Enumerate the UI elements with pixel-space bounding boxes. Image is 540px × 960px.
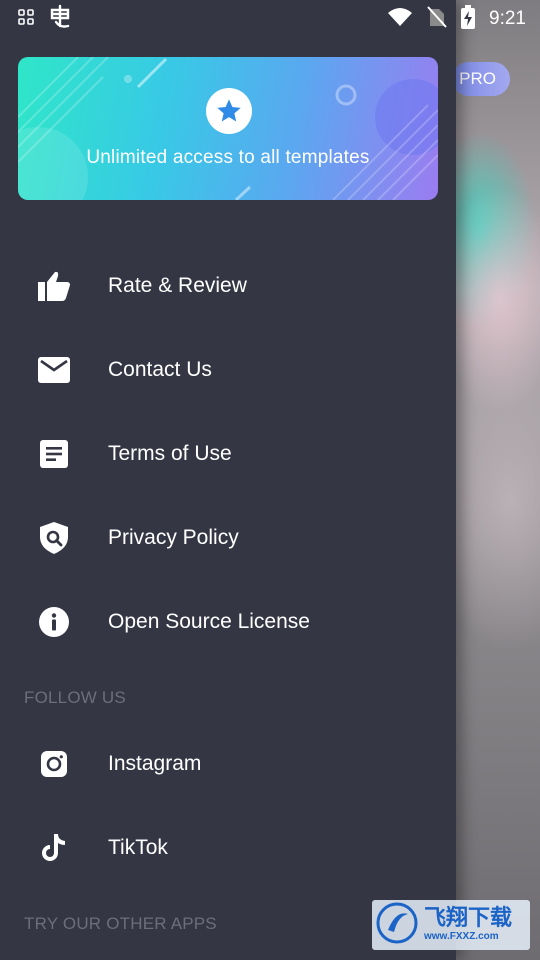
watermark-icon [376,902,418,949]
promo-text: Unlimited access to all templates [86,147,370,168]
menu-item-terms-of-use[interactable]: Terms of Use [0,412,456,496]
apps-grid-icon [18,8,34,30]
navigation-drawer: Unlimited access to all templates Rate &… [0,0,456,960]
menu-item-tiktok[interactable]: TikTok [0,806,456,890]
star-icon [206,88,252,134]
watermark-logo: 飞翔下载 www.FXXZ.com [372,900,530,950]
instagram-icon [36,746,72,782]
status-time: 9:21 [489,8,526,29]
menu-item-instagram[interactable]: Instagram [0,722,456,806]
menu-item-contact-us[interactable]: Contact Us [0,328,456,412]
section-header-follow-us: FOLLOW US [24,688,126,707]
menu-item-label: Privacy Policy [108,526,239,549]
menu-item-label: Rate & Review [108,274,247,297]
menu-item-rate-review[interactable]: Rate & Review [0,244,456,328]
watermark-url: www.FXXZ.com [424,931,499,942]
menu-item-label: TikTok [108,836,168,859]
pro-promo-banner[interactable]: Unlimited access to all templates [18,57,438,200]
menu-item-label: Terms of Use [108,442,232,465]
menu-item-label: Open Source License [108,610,310,633]
tiktok-icon [36,830,72,866]
watermark-brand: 飞翔下载 [424,906,513,931]
wifi-icon [387,7,413,32]
section-header-other-apps: TRY OUR OTHER APPS [24,914,217,933]
info-icon [36,604,72,640]
mail-icon [36,352,72,388]
menu-item-label: Instagram [108,752,202,775]
menu-item-label: Contact Us [108,358,212,381]
shield-search-icon [36,520,72,556]
app-notification-icon [48,4,72,35]
thumbs-up-icon [36,268,72,304]
battery-charging-icon [461,4,476,34]
menu-item-open-source-license[interactable]: Open Source License [0,580,456,664]
no-sim-icon [427,5,447,33]
pro-badge[interactable]: PRO [452,62,510,96]
status-bar: 9:21 [0,0,540,38]
menu-item-privacy-policy[interactable]: Privacy Policy [0,496,456,580]
document-icon [36,436,72,472]
